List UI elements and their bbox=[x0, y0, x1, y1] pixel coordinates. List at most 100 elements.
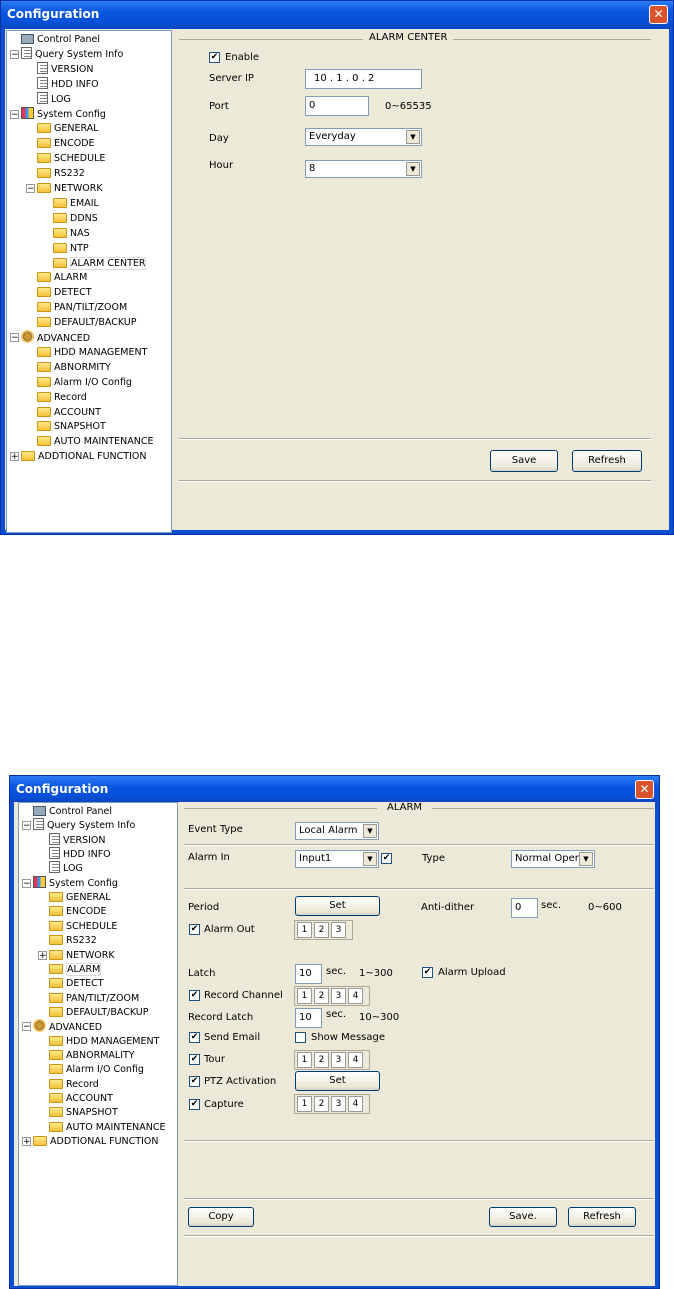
tree-item-record[interactable]: Record bbox=[37, 390, 87, 405]
close-icon[interactable]: ✕ bbox=[649, 5, 668, 24]
tree-item-detect[interactable]: DETECT bbox=[37, 285, 92, 300]
tree-item-pan-tilt-zoom[interactable]: PAN/TILT/ZOOM bbox=[49, 991, 139, 1006]
tree-item-alarm-i-o-config[interactable]: Alarm I/O Config bbox=[49, 1062, 144, 1077]
tree-item-abnormity[interactable]: ABNORMITY bbox=[37, 360, 111, 375]
channel-1-button[interactable]: 1 bbox=[297, 922, 312, 938]
tree-item-snapshot[interactable]: SNAPSHOT bbox=[37, 419, 106, 434]
tree-item-auto-maintenance[interactable]: AUTO MAINTENANCE bbox=[49, 1120, 166, 1135]
tree-item-system-config[interactable]: System Config bbox=[33, 875, 118, 891]
tree-item-detect[interactable]: DETECT bbox=[49, 976, 104, 991]
alarm-upload-checkbox[interactable]: ✔ bbox=[422, 967, 433, 978]
navigation-tree[interactable]: Control Panel Query System Info − VERSION HD… bbox=[18, 802, 178, 1286]
tree-item-hdd-info[interactable]: HDD INFO bbox=[37, 76, 99, 92]
tree-item-default-backup[interactable]: DEFAULT/BACKUP bbox=[49, 1005, 149, 1020]
tree-item-query-system-info[interactable]: Query System Info bbox=[33, 818, 135, 833]
expand-icon[interactable]: + bbox=[22, 1137, 31, 1147]
collapse-icon[interactable]: − bbox=[10, 49, 19, 59]
collapse-icon[interactable]: − bbox=[22, 821, 31, 831]
tree-item-query-system-info[interactable]: Query System Info bbox=[21, 46, 123, 62]
tree-item-system-config[interactable]: System Config bbox=[21, 106, 106, 122]
tree-item-nas[interactable]: NAS bbox=[53, 226, 90, 241]
capture-checkbox[interactable]: ✔ bbox=[189, 1099, 200, 1110]
event-type-select[interactable]: Local Alarm ▼ bbox=[295, 822, 379, 840]
tree-item-default-backup[interactable]: DEFAULT/BACKUP bbox=[37, 315, 137, 330]
tree-item-network[interactable]: NETWORK bbox=[37, 181, 103, 196]
alarm-in-checkbox[interactable]: ✔ bbox=[381, 853, 392, 864]
channel-2-button[interactable]: 2 bbox=[314, 1096, 329, 1112]
tree-item-version[interactable]: VERSION bbox=[37, 61, 94, 77]
tree-item-schedule[interactable]: SCHEDULE bbox=[37, 151, 105, 166]
tree-item-network[interactable]: NETWORK bbox=[49, 948, 115, 963]
collapse-icon[interactable]: − bbox=[22, 878, 31, 888]
tree-item-account[interactable]: ACCOUNT bbox=[49, 1091, 113, 1106]
tour-checkbox[interactable]: ✔ bbox=[189, 1054, 200, 1065]
enable-checkbox[interactable]: ✔ bbox=[209, 52, 220, 63]
latch-input[interactable]: 10 bbox=[295, 964, 322, 984]
chevron-down-icon[interactable]: ▼ bbox=[579, 852, 593, 866]
record-channel-checkbox[interactable]: ✔ bbox=[189, 990, 200, 1001]
collapse-icon[interactable]: − bbox=[10, 109, 19, 119]
title-bar[interactable]: Configuration ✕ bbox=[1, 1, 673, 28]
navigation-tree[interactable]: Control Panel Query System Info − VERSION HD… bbox=[6, 30, 172, 533]
alarm-out-checkbox[interactable]: ✔ bbox=[189, 924, 200, 935]
ptz-activation-checkbox[interactable]: ✔ bbox=[189, 1076, 200, 1087]
day-select[interactable]: Everyday ▼ bbox=[305, 128, 422, 146]
tree-item-snapshot[interactable]: SNAPSHOT bbox=[49, 1105, 118, 1120]
tree-item-record[interactable]: Record bbox=[49, 1077, 99, 1092]
channel-3-button[interactable]: 3 bbox=[331, 922, 346, 938]
save-button[interactable]: Save bbox=[490, 450, 558, 472]
tree-item-email[interactable]: EMAIL bbox=[53, 196, 99, 211]
channel-4-button[interactable]: 4 bbox=[348, 1052, 363, 1068]
chevron-down-icon[interactable]: ▼ bbox=[363, 824, 377, 838]
show-message-checkbox[interactable] bbox=[295, 1032, 306, 1043]
tree-item-general[interactable]: GENERAL bbox=[49, 890, 110, 905]
channel-3-button[interactable]: 3 bbox=[331, 988, 346, 1004]
port-input[interactable]: 0 bbox=[305, 96, 369, 116]
tree-item-alarm-i-o-config[interactable]: Alarm I/O Config bbox=[37, 375, 132, 390]
refresh-button[interactable]: Refresh bbox=[572, 450, 642, 472]
channel-2-button[interactable]: 2 bbox=[314, 988, 329, 1004]
tree-item-alarm[interactable]: ALARM bbox=[49, 962, 102, 977]
refresh-button[interactable]: Refresh bbox=[568, 1207, 636, 1227]
channel-1-button[interactable]: 1 bbox=[297, 1096, 312, 1112]
collapse-icon[interactable]: − bbox=[22, 1022, 31, 1032]
tree-item-alarm-center[interactable]: ALARM CENTER bbox=[53, 256, 147, 271]
channel-3-button[interactable]: 3 bbox=[331, 1096, 346, 1112]
tree-item-hdd-info[interactable]: HDD INFO bbox=[49, 847, 111, 862]
alarm-in-select[interactable]: Input1 ▼ bbox=[295, 850, 379, 868]
tree-item-advanced[interactable]: ADVANCED bbox=[33, 1019, 102, 1034]
period-set-button[interactable]: Set bbox=[295, 896, 380, 916]
channel-4-button[interactable]: 4 bbox=[348, 1096, 363, 1112]
server-ip-input[interactable]: 10 . 1 . 0 . 2 bbox=[305, 69, 422, 89]
tree-item-ddns[interactable]: DDNS bbox=[53, 211, 98, 226]
tree-item-alarm[interactable]: ALARM bbox=[37, 270, 87, 285]
chevron-down-icon[interactable]: ▼ bbox=[363, 852, 377, 866]
anti-dither-input[interactable]: 0 bbox=[511, 898, 538, 918]
close-icon[interactable]: ✕ bbox=[635, 780, 654, 799]
channel-4-button[interactable]: 4 bbox=[348, 988, 363, 1004]
collapse-icon[interactable]: − bbox=[26, 184, 35, 194]
tree-item-addtional-function[interactable]: ADDTIONAL FUNCTION bbox=[21, 449, 146, 464]
collapse-icon[interactable]: − bbox=[10, 333, 19, 343]
channel-3-button[interactable]: 3 bbox=[331, 1052, 346, 1068]
send-email-checkbox[interactable]: ✔ bbox=[189, 1032, 200, 1043]
channel-1-button[interactable]: 1 bbox=[297, 988, 312, 1004]
hour-select[interactable]: 8 ▼ bbox=[305, 160, 422, 178]
tree-item-hdd-management[interactable]: HDD MANAGEMENT bbox=[49, 1034, 159, 1049]
chevron-down-icon[interactable]: ▼ bbox=[406, 162, 420, 176]
tree-item-pan-tilt-zoom[interactable]: PAN/TILT/ZOOM bbox=[37, 300, 127, 315]
tree-item-abnormality[interactable]: ABNORMALITY bbox=[49, 1048, 135, 1063]
copy-button[interactable]: Copy bbox=[188, 1207, 254, 1227]
tree-item-control-panel[interactable]: Control Panel bbox=[21, 32, 100, 47]
channel-2-button[interactable]: 2 bbox=[314, 1052, 329, 1068]
tree-item-ntp[interactable]: NTP bbox=[53, 241, 89, 256]
tree-item-control-panel[interactable]: Control Panel bbox=[33, 804, 112, 819]
ptz-set-button[interactable]: Set bbox=[295, 1071, 380, 1091]
record-latch-input[interactable]: 10 bbox=[295, 1008, 322, 1028]
tree-item-addtional-function[interactable]: ADDTIONAL FUNCTION bbox=[33, 1134, 158, 1149]
tree-item-log[interactable]: LOG bbox=[49, 861, 83, 876]
expand-icon[interactable]: + bbox=[38, 950, 47, 960]
save-button[interactable]: Save. bbox=[489, 1207, 557, 1227]
tree-item-log[interactable]: LOG bbox=[37, 91, 71, 107]
tree-item-auto-maintenance[interactable]: AUTO MAINTENANCE bbox=[37, 434, 154, 449]
